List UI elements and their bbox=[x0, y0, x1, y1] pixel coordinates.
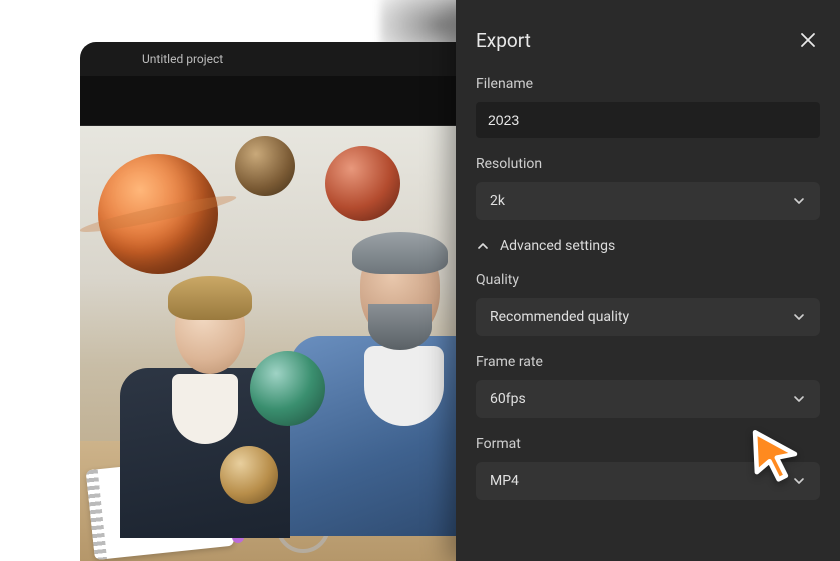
chevron-down-icon bbox=[792, 310, 806, 324]
resolution-select[interactable]: 2k bbox=[476, 182, 820, 220]
quality-label: Quality bbox=[476, 272, 820, 288]
chevron-down-icon bbox=[792, 474, 806, 488]
resolution-value: 2k bbox=[490, 193, 505, 209]
resolution-label: Resolution bbox=[476, 156, 820, 172]
resolution-group: Resolution 2k bbox=[476, 156, 820, 220]
quality-value: Recommended quality bbox=[490, 309, 629, 325]
export-header: Export bbox=[476, 28, 820, 52]
framerate-value: 60fps bbox=[490, 391, 526, 407]
framerate-select[interactable]: 60fps bbox=[476, 380, 820, 418]
quality-group: Quality Recommended quality bbox=[476, 272, 820, 336]
framerate-label: Frame rate bbox=[476, 354, 820, 370]
format-select[interactable]: MP4 bbox=[476, 462, 820, 500]
chevron-down-icon bbox=[792, 392, 806, 406]
close-icon bbox=[800, 32, 816, 48]
format-group: Format MP4 bbox=[476, 436, 820, 500]
quality-select[interactable]: Recommended quality bbox=[476, 298, 820, 336]
format-value: MP4 bbox=[490, 473, 519, 489]
filename-input[interactable] bbox=[476, 102, 820, 138]
filename-label: Filename bbox=[476, 76, 820, 92]
framerate-group: Frame rate 60fps bbox=[476, 354, 820, 418]
export-title: Export bbox=[476, 29, 531, 52]
chevron-down-icon bbox=[792, 194, 806, 208]
filename-group: Filename bbox=[476, 76, 820, 138]
export-panel: Export Filename Resolution 2k Advanced s… bbox=[456, 0, 840, 561]
project-title: Untitled project bbox=[142, 52, 223, 66]
format-label: Format bbox=[476, 436, 820, 452]
advanced-settings-toggle[interactable]: Advanced settings bbox=[476, 238, 820, 254]
chevron-up-icon bbox=[476, 239, 490, 253]
advanced-settings-label: Advanced settings bbox=[500, 238, 615, 254]
close-button[interactable] bbox=[796, 28, 820, 52]
